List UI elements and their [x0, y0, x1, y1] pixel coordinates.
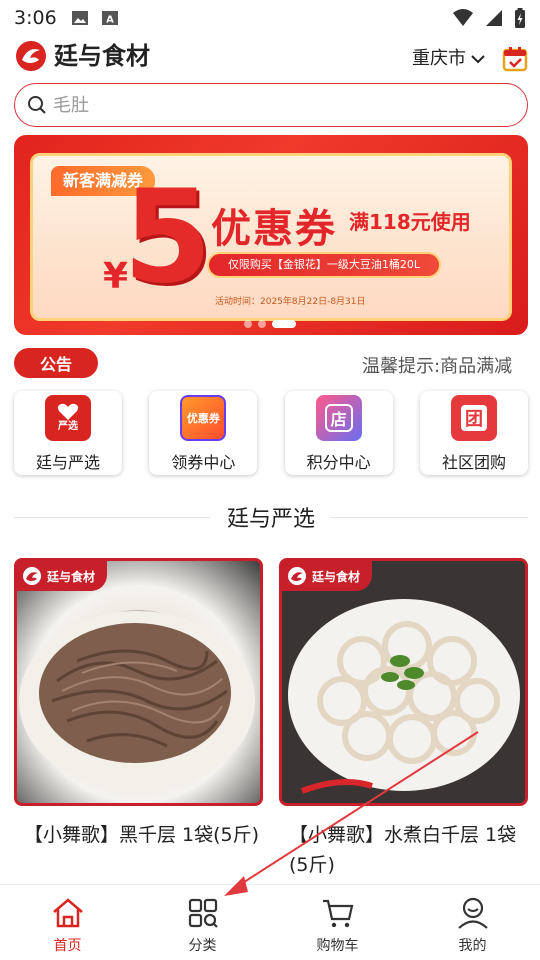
quick-entry-icon-text: 店: [324, 404, 353, 432]
search-icon: [28, 96, 46, 114]
bottom-nav: 首页 分类 购物车 我的: [0, 884, 540, 960]
battery-charging-icon: [515, 8, 525, 28]
product-image[interactable]: 廷与食材: [14, 558, 263, 806]
app-logo-icon: [16, 41, 46, 71]
nav-item-category[interactable]: 分类: [135, 885, 270, 960]
calendar-checkin-icon[interactable]: [502, 46, 528, 72]
quick-entry-points-center[interactable]: 店 积分中心: [284, 391, 393, 475]
carousel-dot[interactable]: [258, 320, 266, 328]
promo-banner[interactable]: 新客满减券 ¥ 5 优惠券 满118元使用 仅限购买【金银花】一级大豆油1桶20…: [14, 135, 528, 335]
image-notification-icon: [71, 11, 88, 25]
brand-logo-icon: [288, 567, 306, 585]
product-card[interactable]: 廷与食材 【小舞歌】黑千层 1袋(5斤): [14, 558, 263, 880]
banner-amount: 5: [123, 163, 213, 312]
product-photo-white-tripe: [282, 561, 525, 803]
banner-date: 活动时间：2025年8月22日-8月31日: [215, 297, 366, 307]
quick-entry-group-buy[interactable]: 团 社区团购: [419, 391, 528, 475]
points-store-icon: 店: [315, 395, 362, 441]
nav-label: 分类: [188, 938, 217, 954]
quick-entry-label: 领券中心: [171, 453, 236, 472]
search-bar[interactable]: [14, 83, 528, 127]
quick-entry-icon-text: 严选: [58, 421, 78, 432]
product-name[interactable]: 【小舞歌】黑千层 1袋(5斤): [14, 820, 263, 850]
banner-restriction: 仅限购买【金银花】一级大豆油1桶20L: [207, 252, 441, 278]
svg-text:A: A: [106, 15, 114, 26]
product-brand-badge: 廷与食材: [282, 561, 373, 591]
search-input[interactable]: [53, 94, 473, 116]
product-grid: 廷与食材 【小舞歌】黑千层 1袋(5斤) 廷与食材 【小舞歌】水煮白千层 1袋(…: [14, 558, 528, 880]
product-brand-badge: 廷与食材: [17, 561, 108, 591]
product-name[interactable]: 【小舞歌】水煮白千层 1袋(5斤): [279, 820, 528, 880]
divider: [331, 516, 529, 518]
home-icon: [52, 898, 83, 928]
quick-entry-icon-text: 团: [460, 405, 487, 431]
text-notification-icon: A: [101, 11, 118, 26]
category-icon: [188, 898, 218, 928]
notice-text: 温馨提示:商品满减: [362, 356, 513, 377]
nav-item-cart[interactable]: 购物车: [270, 885, 405, 960]
banner-condition: 满118元使用: [349, 210, 471, 234]
status-time: 3:06: [14, 7, 57, 29]
heart-select-icon: 严选: [45, 395, 91, 441]
nav-item-profile[interactable]: 我的: [405, 885, 540, 960]
profile-icon: [457, 897, 488, 929]
carousel-indicator: [244, 320, 296, 328]
app-screen: 3:06 A 廷与食材 重庆市 毛肚 新客满减券 ¥ 5 优惠券 满118元使用…: [0, 0, 540, 960]
status-bar: 3:06 A: [0, 0, 540, 36]
divider: [14, 516, 211, 518]
app-title: 廷与食材: [54, 42, 150, 70]
nav-label: 购物车: [316, 938, 359, 954]
carousel-dot[interactable]: [244, 320, 252, 328]
product-photo-black-tripe: [19, 611, 255, 791]
group-buy-icon: 团: [450, 395, 497, 441]
signal-icon: [486, 10, 502, 26]
notice-label: 公告: [14, 348, 98, 378]
nav-label: 首页: [53, 938, 82, 954]
cart-icon: [322, 899, 353, 928]
product-image[interactable]: 廷与食材: [279, 558, 528, 806]
quick-entry-label: 社区团购: [441, 453, 506, 472]
quick-entry-icon-text: 优惠券: [186, 412, 220, 425]
section-title: 廷与严选: [227, 507, 316, 532]
product-card[interactable]: 廷与食材 【小舞歌】水煮白千层 1袋(5斤): [279, 558, 528, 880]
notice-bar[interactable]: 公告 温馨提示:商品满减: [14, 346, 528, 380]
quick-entry-label: 廷与严选: [35, 453, 100, 472]
wifi-icon: [453, 9, 473, 26]
chevron-down-icon: [471, 55, 485, 64]
city-label: 重庆市: [412, 48, 466, 69]
section-header: 廷与严选: [14, 500, 529, 534]
quick-entry-tingyu-select[interactable]: 严选 廷与严选: [14, 391, 122, 475]
nav-item-home[interactable]: 首页: [0, 885, 135, 960]
product-badge-text: 廷与食材: [312, 569, 361, 584]
brand-logo-icon: [23, 567, 41, 585]
city-selector[interactable]: 重庆市: [412, 46, 486, 72]
quick-entry-coupon-center[interactable]: 优惠券 领券中心: [149, 391, 258, 475]
quick-entry-label: 积分中心: [306, 453, 371, 472]
product-badge-text: 廷与食材: [47, 569, 96, 584]
carousel-dot-active[interactable]: [272, 320, 296, 328]
coupon-card: 新客满减券 ¥ 5 优惠券 满118元使用 仅限购买【金银花】一级大豆油1桶20…: [30, 153, 512, 321]
nav-label: 我的: [458, 938, 487, 954]
banner-coupon-text: 优惠券: [211, 206, 337, 252]
quick-entry-grid: 严选 廷与严选 优惠券 领券中心 店 积分中心 团 社区团购: [14, 391, 528, 475]
coupon-center-icon: 优惠券: [180, 395, 227, 441]
